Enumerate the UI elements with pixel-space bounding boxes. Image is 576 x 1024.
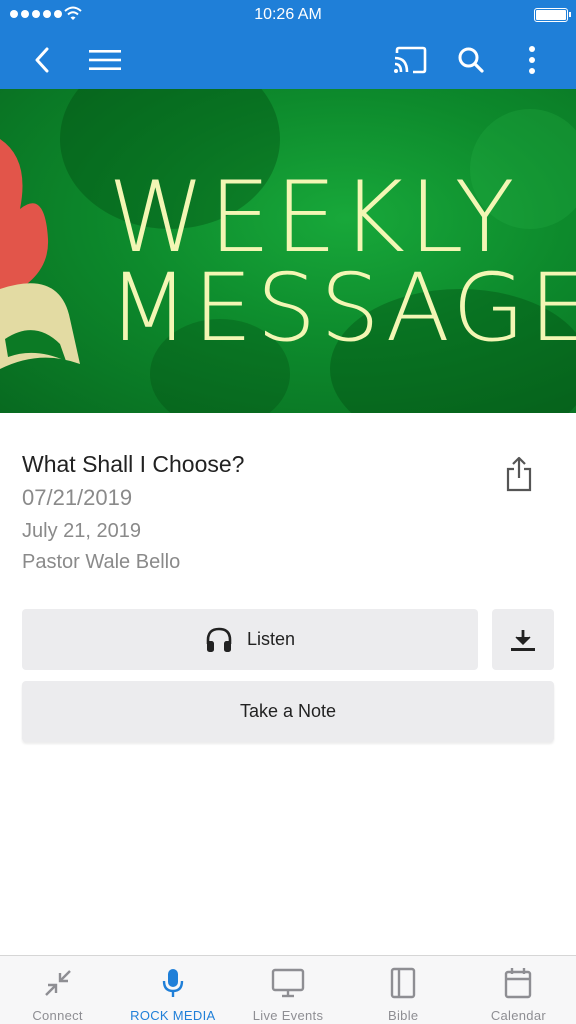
headphones-icon	[206, 627, 232, 652]
tab-bible[interactable]: Bible	[346, 956, 461, 1024]
sermon-title: What Shall I Choose?	[22, 451, 245, 477]
calendar-icon	[505, 968, 532, 999]
sermon-date: July 21, 2019	[22, 520, 141, 542]
app-bar	[0, 30, 576, 89]
battery-icon	[534, 8, 571, 22]
hamburger-menu-icon	[89, 49, 121, 70]
search-icon	[458, 47, 484, 73]
tab-connect[interactable]: Connect	[0, 956, 115, 1024]
tab-live-events-label: Live Events	[252, 1008, 324, 1023]
flame-bible-logo	[0, 139, 80, 369]
take-note-label: Take a Note	[239, 701, 337, 721]
chevron-left-icon	[35, 47, 49, 72]
menu-button[interactable]	[80, 30, 130, 89]
book-icon	[391, 967, 416, 999]
more-vertical-icon	[529, 45, 535, 74]
tab-rock-media[interactable]: ROCK MEDIA	[115, 956, 230, 1024]
download-icon	[511, 629, 535, 651]
download-button[interactable]	[492, 609, 554, 670]
tab-bible-label: Bible	[388, 1008, 419, 1023]
search-button[interactable]	[446, 30, 496, 89]
share-icon	[506, 456, 532, 492]
more-options-button[interactable]	[507, 30, 557, 89]
tab-live-events[interactable]: Live Events	[230, 956, 345, 1024]
back-button[interactable]	[17, 30, 67, 89]
take-note-button[interactable]: Take a Note	[22, 681, 554, 742]
status-bar: 10:26 AM	[0, 0, 576, 30]
monitor-icon	[271, 968, 305, 998]
microphone-icon	[162, 969, 183, 997]
tab-connect-label: Connect	[32, 1008, 83, 1023]
share-button[interactable]	[500, 453, 538, 495]
bottom-tab-bar: Connect ROCK MEDIA Live Events Bible Cal…	[0, 955, 576, 1024]
hero-title-line2: MESSAGES	[108, 254, 576, 363]
status-time: 10:26 AM	[254, 6, 322, 23]
tab-calendar[interactable]: Calendar	[461, 956, 576, 1024]
sermon-speaker: Pastor Wale Bello	[22, 551, 181, 573]
tab-rock-media-label: ROCK MEDIA	[130, 1008, 216, 1023]
tab-calendar-label: Calendar	[490, 1008, 546, 1023]
sermon-date-code: 07/21/2019	[22, 485, 133, 510]
hero-banner-image: WEEKLY MESSAGES	[0, 89, 576, 413]
listen-button[interactable]: Listen	[22, 609, 478, 670]
listen-label: Listen	[246, 629, 296, 649]
compress-arrows-icon	[44, 970, 71, 996]
cast-button[interactable]	[385, 30, 435, 89]
cast-icon	[394, 46, 427, 73]
